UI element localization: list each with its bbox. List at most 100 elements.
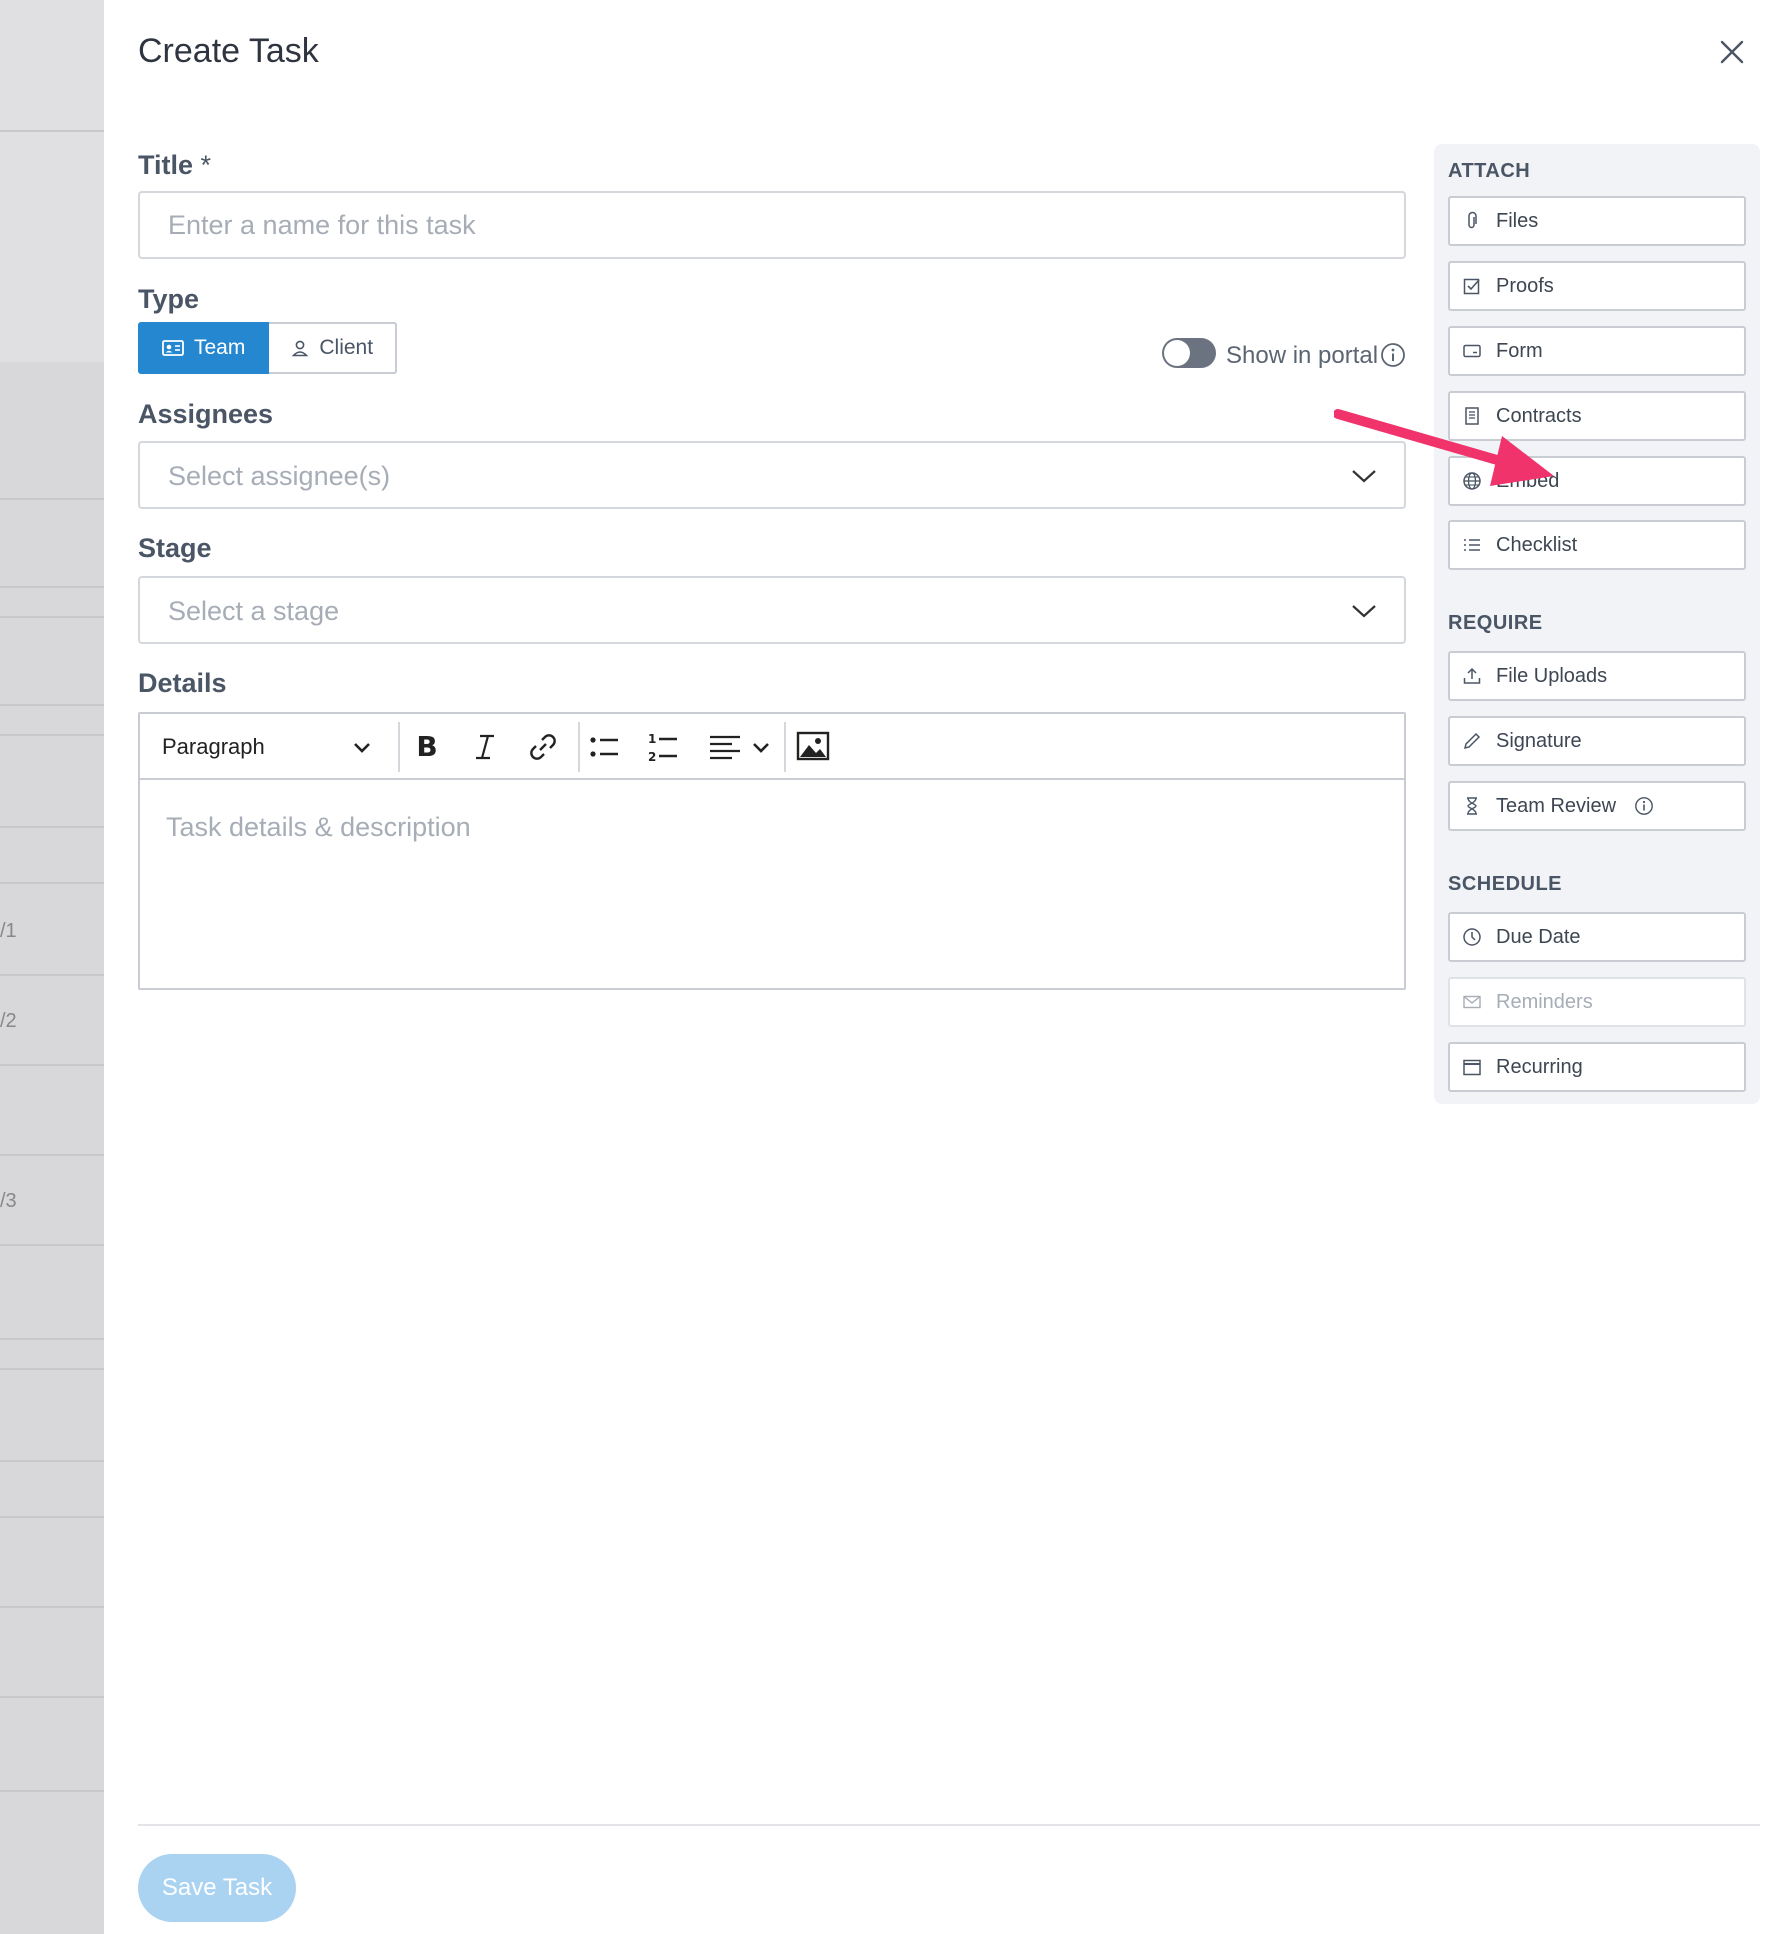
background-row-number: /3 — [0, 1190, 17, 1212]
attach-contracts-button[interactable]: Contracts — [1448, 391, 1746, 441]
attach-proofs-button[interactable]: Proofs — [1448, 261, 1746, 311]
bold-icon[interactable]: B — [408, 728, 446, 766]
block-format-select[interactable]: Paragraph — [162, 734, 265, 760]
clock-icon — [1463, 928, 1481, 946]
attach-files-button[interactable]: Files — [1448, 196, 1746, 246]
type-toggle-group: Team Client — [138, 322, 398, 374]
toolbar-divider — [398, 722, 400, 772]
background-divider — [0, 1790, 104, 1792]
background-panel — [0, 0, 104, 362]
globe-icon — [1463, 472, 1481, 490]
task-title-input[interactable] — [138, 191, 1406, 259]
stage-placeholder: Select a stage — [168, 596, 340, 626]
info-icon[interactable] — [1380, 342, 1406, 368]
background-divider — [0, 1064, 104, 1066]
paperclip-icon — [1468, 211, 1477, 229]
details-placeholder: Task details & description — [166, 812, 471, 842]
type-team-label: Team — [194, 336, 246, 359]
schedule-heading: SCHEDULE — [1448, 873, 1563, 895]
background-row-number: /2 — [0, 1010, 17, 1032]
svg-text:1: 1 — [648, 732, 656, 746]
chevron-down-icon — [1352, 605, 1376, 618]
svg-text:2: 2 — [648, 750, 656, 764]
assignees-select[interactable]: Select assignee(s) — [138, 441, 1406, 509]
attach-embed-button[interactable]: Embed — [1448, 456, 1746, 506]
require-heading: REQUIRE — [1448, 612, 1543, 634]
form-label: Form — [1496, 339, 1543, 362]
editor-toolbar: Paragraph B 1 2 — [140, 714, 1404, 780]
stage-select[interactable]: Select a stage — [138, 576, 1406, 644]
background-divider — [0, 1516, 104, 1518]
schedule-reminders-button[interactable]: Reminders — [1448, 977, 1746, 1027]
numbered-list-icon[interactable]: 1 2 — [644, 728, 682, 766]
checklist-icon — [1464, 539, 1480, 551]
envelope-icon — [1463, 995, 1481, 1009]
team-review-label: Team Review — [1496, 794, 1617, 817]
pencil-icon — [1463, 732, 1481, 750]
person-icon — [292, 340, 309, 357]
assignees-placeholder: Select assignee(s) — [168, 461, 391, 491]
hourglass-icon — [1467, 797, 1477, 815]
close-icon[interactable] — [1716, 36, 1748, 68]
type-team-button[interactable]: Team — [138, 322, 270, 374]
type-label: Type — [138, 284, 200, 314]
footer-divider — [138, 1824, 1760, 1826]
background-divider — [0, 130, 104, 132]
toggle-knob — [1164, 340, 1190, 366]
require-team-review-button[interactable]: Team Review — [1448, 781, 1746, 831]
assignees-label: Assignees — [138, 399, 274, 429]
proofs-label: Proofs — [1496, 274, 1554, 297]
details-editor: Paragraph B 1 2 Task details & descripti… — [138, 712, 1406, 990]
require-file-uploads-button[interactable]: File Uploads — [1448, 651, 1746, 701]
background-row-number: /1 — [0, 920, 17, 942]
background-divider — [0, 734, 104, 736]
info-icon[interactable] — [1634, 796, 1654, 816]
show-in-portal-toggle[interactable] — [1162, 338, 1216, 368]
background-divider — [0, 1154, 104, 1156]
image-icon[interactable] — [794, 728, 832, 766]
contracts-label: Contracts — [1496, 404, 1582, 427]
required-mark: * — [200, 150, 212, 180]
stage-label: Stage — [138, 533, 212, 563]
task-options-sidebar: ATTACH Files Proofs Form Contracts Embed… — [1434, 144, 1760, 1104]
checklist-label: Checklist — [1496, 533, 1578, 556]
type-client-label: Client — [319, 336, 374, 359]
bullet-list-icon[interactable] — [586, 728, 624, 766]
save-task-button[interactable]: Save Task — [138, 1854, 296, 1922]
background-divider — [0, 586, 104, 588]
attach-checklist-button[interactable]: Checklist — [1448, 520, 1746, 570]
schedule-recurring-button[interactable]: Recurring — [1448, 1042, 1746, 1092]
title-label-text: Title — [138, 150, 194, 180]
calendar-icon — [1463, 1059, 1481, 1076]
file-uploads-label: File Uploads — [1496, 664, 1608, 687]
create-task-modal: Create Task Title * Type Team Client — [104, 0, 1772, 1934]
attach-form-button[interactable]: Form — [1448, 326, 1746, 376]
recurring-label: Recurring — [1496, 1055, 1583, 1078]
svg-text:B: B — [416, 730, 437, 763]
signature-label: Signature — [1496, 729, 1582, 752]
embed-label: Embed — [1496, 469, 1560, 492]
type-client-button[interactable]: Client — [269, 322, 398, 374]
background-divider — [0, 1606, 104, 1608]
chevron-down-icon[interactable] — [750, 728, 772, 766]
require-signature-button[interactable]: Signature — [1448, 716, 1746, 766]
document-icon — [1465, 407, 1479, 425]
checkbox-icon — [1463, 278, 1480, 295]
reminders-label: Reminders — [1496, 990, 1593, 1013]
chevron-down-icon[interactable] — [352, 740, 372, 756]
background-divider — [0, 616, 104, 618]
background-divider — [0, 974, 104, 976]
background-divider — [0, 1368, 104, 1370]
background-divider — [0, 498, 104, 500]
toolbar-divider — [784, 722, 786, 772]
due-date-label: Due Date — [1496, 925, 1581, 948]
schedule-due-date-button[interactable]: Due Date — [1448, 912, 1746, 962]
align-left-icon[interactable] — [706, 728, 744, 766]
background-divider — [0, 1460, 104, 1462]
files-label: Files — [1496, 209, 1539, 232]
link-icon[interactable] — [524, 728, 562, 766]
background-divider — [0, 826, 104, 828]
background-divider — [0, 704, 104, 706]
italic-icon[interactable] — [466, 728, 504, 766]
background-divider — [0, 1244, 104, 1246]
